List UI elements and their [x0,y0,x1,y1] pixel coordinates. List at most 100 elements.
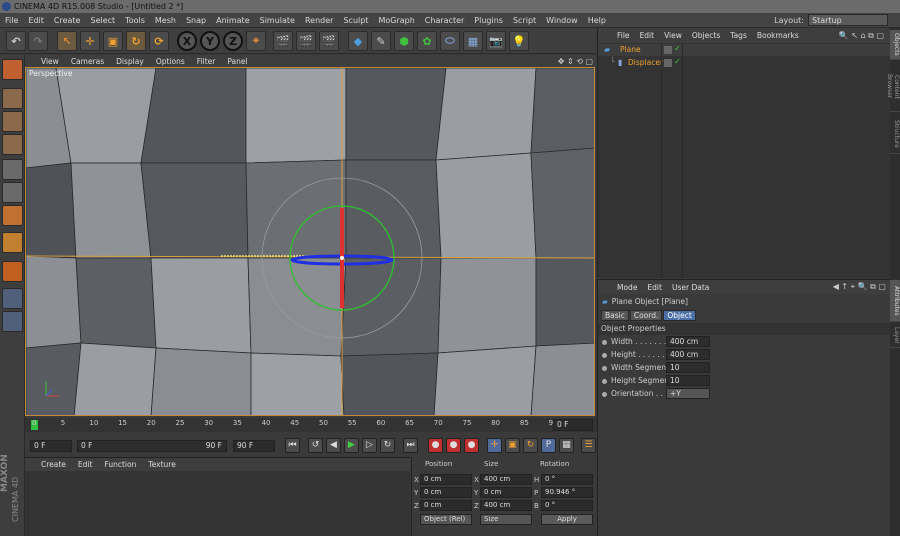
displacer-name[interactable]: Displacer [628,57,663,69]
play-icon[interactable]: ▶ [344,438,359,453]
undo-icon[interactable]: ↶ [6,31,26,51]
edit-render-settings-icon[interactable]: 🎬 [319,31,339,51]
subdivision-surface-icon[interactable]: ⬢ [394,31,414,51]
key-pla-icon[interactable]: ▦ [559,438,574,453]
frame-range-slider[interactable]: 0 F 90 F [77,440,227,452]
menu-render[interactable]: Render [300,13,338,28]
menu-create[interactable]: Create [49,13,86,28]
height-field[interactable]: 400 cm [666,349,710,360]
visibility-check-icon[interactable]: ✓ [674,44,681,53]
live-selection-icon[interactable]: ↖ [57,31,77,51]
polygons-mode-icon[interactable] [2,205,23,226]
vp-menu-view[interactable]: View [25,57,65,66]
obj-menu-edit[interactable]: Edit [635,31,660,40]
menu-plugins[interactable]: Plugins [469,13,508,28]
go-to-next-key-icon[interactable]: ↻ [380,438,395,453]
obj-menu-objects[interactable]: Objects [687,31,725,40]
layer-icon[interactable] [664,59,672,67]
enable-axis-icon[interactable] [2,232,23,253]
cloner-icon[interactable]: ✿ [417,31,437,51]
tab-object[interactable]: Object [663,310,696,321]
size-mode-select[interactable]: Size [480,514,532,525]
snapping-icon[interactable] [2,288,23,309]
menu-tools[interactable]: Tools [120,13,150,28]
edges-mode-icon[interactable] [2,182,23,203]
mat-menu-edit[interactable]: Edit [72,460,99,469]
mat-menu-create[interactable]: Create [35,460,72,469]
pos-z-field[interactable]: 0 cm [420,500,472,511]
render-view-icon[interactable]: 🎬 [273,31,293,51]
mat-menu-function[interactable]: Function [98,460,142,469]
pen-spline-icon[interactable]: ✎ [371,31,391,51]
key-parameter-icon[interactable]: P [541,438,556,453]
animate-dot-icon[interactable] [602,352,607,358]
autokey-icon[interactable]: ● [446,438,461,453]
camera-icon[interactable]: 📷 [486,31,506,51]
points-mode-icon[interactable] [2,159,23,180]
attr-menu-mode[interactable]: Mode [612,283,642,292]
obj-toolbar-icons[interactable]: 🔍 ↖ ⌂ ⧉ ▢ [839,31,884,41]
texture-mode-icon[interactable] [2,111,23,132]
x-axis-icon[interactable]: X [177,31,197,51]
tab-attributes[interactable]: Attributes [890,280,900,322]
coord-mode-select[interactable]: Object (Rel) [420,514,472,525]
menu-mesh[interactable]: Mesh [150,13,181,28]
pos-y-field[interactable]: 0 cm [420,487,472,498]
y-axis-icon[interactable]: Y [200,31,220,51]
width-segments-field[interactable]: 10 [666,362,710,373]
workplane-mode-icon[interactable] [2,134,23,155]
move-icon[interactable]: ✛ [80,31,100,51]
plane-name[interactable]: Plane [620,44,641,56]
make-editable-icon[interactable] [2,59,23,80]
prev-frame-icon[interactable]: ◀ [326,438,341,453]
next-frame-icon[interactable]: ▷ [362,438,377,453]
vp-menu-options[interactable]: Options [150,57,191,66]
tab-structure[interactable]: Structure [890,114,900,154]
light-icon[interactable]: 💡 [509,31,529,51]
animate-dot-icon[interactable] [602,365,607,371]
tab-objects[interactable]: Objects [890,30,900,60]
obj-menu-file[interactable]: File [612,31,635,40]
cube-icon[interactable]: ◆ [348,31,368,51]
menu-animate[interactable]: Animate [211,13,255,28]
tab-layer[interactable]: Layer [890,324,900,348]
record-active-icon[interactable]: ● [428,438,443,453]
orientation-select[interactable]: +Y [666,388,710,399]
deformer-icon[interactable]: ⬭ [440,31,460,51]
apply-button[interactable]: Apply [541,514,593,525]
vp-menu-display[interactable]: Display [110,57,150,66]
animate-dot-icon[interactable] [602,378,607,384]
rot-p-field[interactable]: 90.946 ° [541,487,593,498]
key-scale-icon[interactable]: ▣ [505,438,520,453]
tab-content-browser[interactable]: Content Browser [886,62,900,112]
start-frame-field[interactable]: 0 F [30,440,72,452]
go-to-end-icon[interactable]: ⏭ [403,438,418,453]
render-picture-viewer-icon[interactable]: 🎬 [296,31,316,51]
end-frame-field[interactable]: 90 F [233,440,275,452]
menu-sculpt[interactable]: Sculpt [338,13,373,28]
menu-file[interactable]: File [0,13,23,28]
vp-menu-filter[interactable]: Filter [191,57,222,66]
vp-menu-cameras[interactable]: Cameras [65,57,110,66]
height-segments-field[interactable]: 10 [666,375,710,386]
obj-menu-tags[interactable]: Tags [725,31,752,40]
object-row-plane[interactable]: ▰ Plane ✓ [598,44,891,56]
workplane-lock-icon[interactable] [2,311,23,332]
obj-menu-bookmarks[interactable]: Bookmarks [752,31,804,40]
scale-icon[interactable]: ▣ [103,31,123,51]
go-to-prev-key-icon[interactable]: ↺ [308,438,323,453]
tab-basic[interactable]: Basic [601,310,629,321]
pos-x-field[interactable]: 0 cm [420,474,472,485]
attr-nav-icons[interactable]: ◀ ↑ ⌖ 🔍 ⧉ ▢ [833,282,886,292]
animate-dot-icon[interactable] [602,391,607,397]
keyframe-selection-icon[interactable]: ● [464,438,479,453]
recent-tool-icon[interactable]: ⟳ [149,31,169,51]
menu-character[interactable]: Character [420,13,470,28]
menu-select[interactable]: Select [85,13,120,28]
attr-menu-userdata[interactable]: User Data [667,283,714,292]
rot-b-field[interactable]: 0 ° [541,500,593,511]
mat-menu-texture[interactable]: Texture [142,460,181,469]
model-mode-icon[interactable] [2,88,23,109]
z-axis-icon[interactable]: Z [223,31,243,51]
timeline-ruler[interactable]: 051015202530354045505560657075808590 0 F [25,418,597,432]
